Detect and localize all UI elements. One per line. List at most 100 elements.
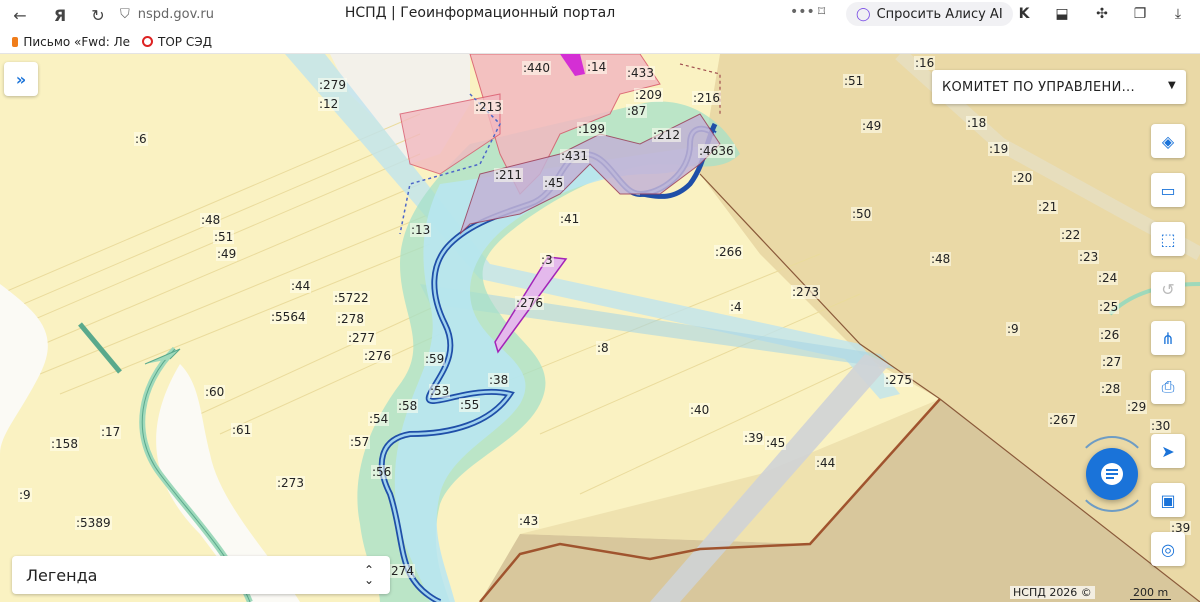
ruler-button[interactable]: ▭ xyxy=(1151,173,1185,207)
parcel-label[interactable]: :38 xyxy=(488,373,510,387)
layers-button[interactable]: ◈ xyxy=(1151,124,1185,158)
parcel-label[interactable]: :4 xyxy=(729,300,743,314)
alice-button[interactable]: ◯ Спросить Алису AI xyxy=(846,2,1013,26)
extensions-puzzle-icon[interactable]: ✣ xyxy=(1092,4,1112,24)
reload-icon[interactable]: ↻ xyxy=(84,1,112,29)
parcel-label[interactable]: :87 xyxy=(626,104,648,118)
parcel-label[interactable]: :276 xyxy=(363,349,392,363)
parcel-label[interactable]: :50 xyxy=(851,207,873,221)
parcel-label[interactable]: :211 xyxy=(494,168,523,182)
parcel-label[interactable]: :6 xyxy=(134,132,148,146)
parcel-label[interactable]: :44 xyxy=(290,279,312,293)
parcel-label[interactable]: :213 xyxy=(474,100,503,114)
parcel-label[interactable]: :53 xyxy=(429,384,451,398)
parcel-label[interactable]: :28 xyxy=(1100,382,1122,396)
collections-icon[interactable]: ❐ xyxy=(1130,4,1150,24)
parcel-label[interactable]: :19 xyxy=(988,142,1010,156)
locate-button[interactable]: ➤ xyxy=(1151,434,1185,468)
parcel-label[interactable]: :5722 xyxy=(333,291,370,305)
parcel-label[interactable]: :273 xyxy=(791,285,820,299)
parcel-label[interactable]: :277 xyxy=(347,331,376,345)
parcel-label[interactable]: :9 xyxy=(1006,322,1020,336)
parcel-label[interactable]: :9 xyxy=(18,488,32,502)
extension-k-icon[interactable]: K xyxy=(1014,4,1034,24)
bookmark-mail[interactable]: Письмо «Fwd: Ле xyxy=(12,35,130,49)
parcel-label[interactable]: :267 xyxy=(1048,413,1077,427)
parcel-label[interactable]: :21 xyxy=(1037,200,1059,214)
yandex-logo-icon[interactable]: Я xyxy=(46,1,74,29)
parcel-label[interactable]: :60 xyxy=(204,385,226,399)
bookmark-icon[interactable]: ⌑ xyxy=(818,4,825,20)
parcel-label[interactable]: :29 xyxy=(1126,400,1148,414)
parcel-label[interactable]: :16 xyxy=(914,56,936,70)
parcel-label[interactable]: :56 xyxy=(371,465,393,479)
parcel-label[interactable]: :22 xyxy=(1060,228,1082,242)
parcel-label[interactable]: :5389 xyxy=(75,516,112,530)
expand-panel-button[interactable]: » xyxy=(4,62,38,96)
parcel-label[interactable]: :5564 xyxy=(270,310,307,324)
parcel-label[interactable]: :199 xyxy=(577,122,606,136)
parcel-label[interactable]: :45 xyxy=(543,176,565,190)
parcel-label[interactable]: :39 xyxy=(743,431,765,445)
parcel-label[interactable]: :30 xyxy=(1150,419,1172,433)
legend-panel[interactable]: Легенда ⌃ ⌄ xyxy=(12,556,390,594)
parcel-label[interactable]: :12 xyxy=(318,97,340,111)
parcel-label[interactable]: :20 xyxy=(1012,171,1034,185)
share-button[interactable]: ⋔ xyxy=(1151,321,1185,355)
parcel-label[interactable]: :27 xyxy=(1101,355,1123,369)
parcel-label[interactable]: :158 xyxy=(50,437,79,451)
parcel-label[interactable]: :24 xyxy=(1097,271,1119,285)
parcel-label[interactable]: :49 xyxy=(861,119,883,133)
parcel-label[interactable]: :61 xyxy=(231,423,253,437)
parcel-label[interactable]: :275 xyxy=(884,373,913,387)
parcel-label[interactable]: :274 xyxy=(386,564,415,578)
parcel-label[interactable]: :23 xyxy=(1078,250,1100,264)
parcel-label[interactable]: :3 xyxy=(540,253,554,267)
extension-shield-icon[interactable]: ⬓ xyxy=(1052,4,1072,24)
parcel-label[interactable]: :43 xyxy=(518,514,540,528)
parcel-label[interactable]: :44 xyxy=(815,456,837,470)
parcel-label[interactable]: :51 xyxy=(213,230,235,244)
parcel-label[interactable]: :49 xyxy=(216,247,238,261)
print-button[interactable]: ⎙ xyxy=(1151,370,1185,404)
parcel-label[interactable]: :440 xyxy=(522,61,551,75)
parcel-label[interactable]: :431 xyxy=(560,149,589,163)
chat-button[interactable] xyxy=(1086,448,1138,500)
more-dots-icon[interactable]: ••• xyxy=(790,4,815,20)
parcel-label[interactable]: :276 xyxy=(515,296,544,310)
frame-button[interactable]: ▣ xyxy=(1151,483,1185,517)
parcel-label[interactable]: :13 xyxy=(410,223,432,237)
parcel-label[interactable]: :278 xyxy=(336,312,365,326)
parcel-label[interactable]: :8 xyxy=(596,341,610,355)
parcel-label[interactable]: :17 xyxy=(100,425,122,439)
parcel-label[interactable]: :209 xyxy=(634,88,663,102)
parcel-label[interactable]: :26 xyxy=(1099,328,1121,342)
parcel-label[interactable]: :212 xyxy=(652,128,681,142)
parcel-label[interactable]: :266 xyxy=(714,245,743,259)
back-arrow-icon[interactable]: ← xyxy=(6,1,34,29)
parcel-label[interactable]: :58 xyxy=(397,399,419,413)
parcel-label[interactable]: :54 xyxy=(368,412,390,426)
parcel-label[interactable]: :4636 xyxy=(698,144,735,158)
map-canvas[interactable]: :279 :12 :213 :440 :14 :433 :209 :216 :8… xyxy=(0,54,1200,602)
parcel-label[interactable]: :51 xyxy=(843,74,865,88)
parcel-label[interactable]: :18 xyxy=(966,116,988,130)
parcel-label[interactable]: :216 xyxy=(692,91,721,105)
parcel-label[interactable]: :57 xyxy=(349,435,371,449)
parcel-label[interactable]: :48 xyxy=(200,213,222,227)
download-icon[interactable]: ⤓ xyxy=(1168,4,1188,24)
parcel-label[interactable]: :25 xyxy=(1098,300,1120,314)
parcel-label[interactable]: :279 xyxy=(318,78,347,92)
parcel-label[interactable]: :48 xyxy=(930,252,952,266)
geo-search-button[interactable]: ◎ xyxy=(1151,532,1185,566)
address-bar[interactable]: ⛉ nspd.gov.ru xyxy=(120,2,340,26)
committee-select[interactable]: КОМИТЕТ ПО УПРАВЛЕНИ... ▼ xyxy=(932,70,1186,104)
history-button[interactable]: ↺ xyxy=(1151,272,1185,306)
parcel-label[interactable]: :40 xyxy=(689,403,711,417)
parcel-label[interactable]: :45 xyxy=(765,436,787,450)
parcel-label[interactable]: :14 xyxy=(586,60,608,74)
parcel-label[interactable]: :55 xyxy=(459,398,481,412)
parcel-label[interactable]: :59 xyxy=(424,352,446,366)
bookmark-tor-sed[interactable]: ТОР СЭД xyxy=(142,35,212,49)
parcel-label[interactable]: :41 xyxy=(559,212,581,226)
